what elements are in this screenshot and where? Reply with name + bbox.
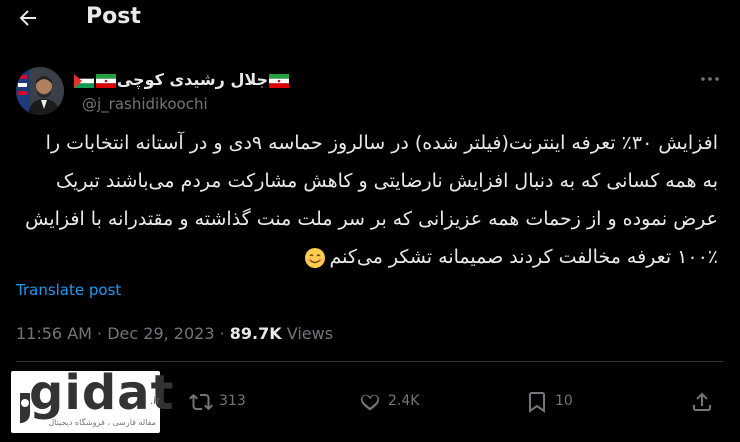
tweet-line: ۱۰۰٪ تعرفه مخالفت کردند صمیمانه تشکر می‌… xyxy=(329,246,718,268)
watermark-caption: مقاله فارسی ، فروشگاه دیجیتال xyxy=(48,418,156,427)
divider xyxy=(16,361,724,362)
meta-separator: · xyxy=(91,324,108,343)
share-button[interactable] xyxy=(690,390,714,414)
site-watermark: gidat .ir مقاله فارسی ، فروشگاه دیجیتال xyxy=(11,365,174,433)
more-options-icon[interactable] xyxy=(700,74,720,84)
tweet-line: به همه کسانی که به دنبال افزایش نارضایتی… xyxy=(56,170,718,192)
palestine-flag-icon xyxy=(73,73,94,88)
tweet-line: افزایش ۳۰٪ تعرفه اینترنت(فیلتر شده) در س… xyxy=(45,132,718,154)
retweet-icon xyxy=(189,393,213,411)
author-name-text: جلال رشیدی کوچی xyxy=(116,70,268,89)
views-count: 89.7K xyxy=(229,324,282,343)
views-label: Views xyxy=(286,324,334,343)
retweet-count: 313 xyxy=(219,393,246,409)
heart-icon xyxy=(360,394,380,411)
iran-flag-icon xyxy=(269,73,289,88)
tweet-time[interactable]: 11:56 AM xyxy=(16,324,92,343)
smiling-face-emoji-icon xyxy=(305,247,326,268)
tweet-meta: 11:56 AM · Dec 29, 2023 · 89.7K Views xyxy=(16,324,333,343)
watermark-logo: gidat xyxy=(29,365,175,421)
meta-separator: · xyxy=(214,324,230,343)
back-arrow-icon[interactable] xyxy=(16,6,40,30)
top-bar: Post xyxy=(0,0,740,36)
author-avatar[interactable] xyxy=(16,67,64,115)
watermark-tld: .ir xyxy=(150,396,161,407)
avatar-photo xyxy=(16,67,64,115)
tweet-last-line: ۱۰۰٪ تعرفه مخالفت کردند صمیمانه تشکر می‌… xyxy=(18,238,718,276)
author-display-name[interactable]: جلال رشیدی کوچی xyxy=(73,70,290,89)
share-icon xyxy=(693,392,711,411)
tweet-date[interactable]: Dec 29, 2023 xyxy=(107,324,214,343)
translate-post-link[interactable]: Translate post xyxy=(16,281,121,299)
tweet-line: عرض نموده و از زحمات همه عزیزانی که بر س… xyxy=(25,208,718,230)
bookmark-count: 10 xyxy=(555,393,573,409)
tweet-text: افزایش ۳۰٪ تعرفه اینترنت(فیلتر شده) در س… xyxy=(18,124,718,276)
like-count: 2.4K xyxy=(388,393,420,409)
bookmark-icon xyxy=(529,392,545,413)
page-title: Post xyxy=(86,4,141,29)
author-handle[interactable]: @j_rashidikoochi xyxy=(82,95,208,113)
iran-flag-icon xyxy=(95,73,116,88)
